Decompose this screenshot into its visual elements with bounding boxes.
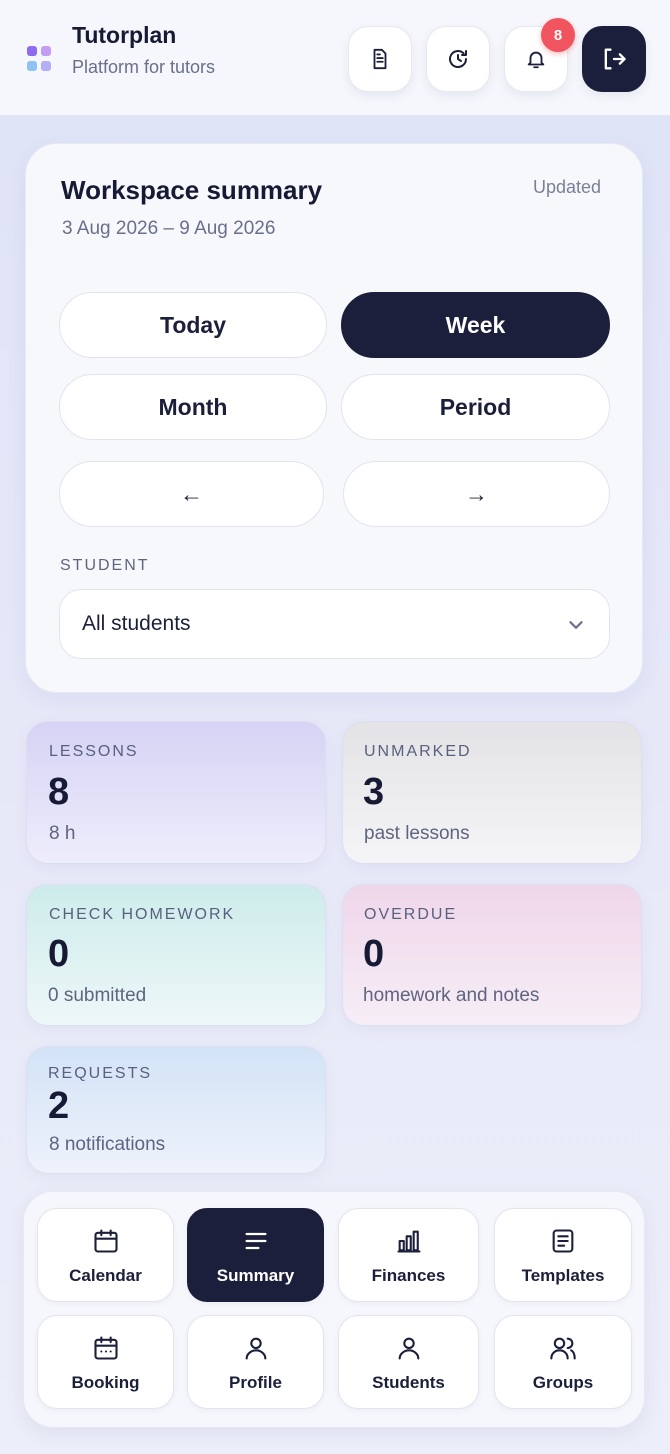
nav-label: Finances [371,1266,446,1285]
history-button[interactable] [426,26,490,92]
bar-chart-icon [396,1230,421,1253]
template-icon [552,1229,574,1253]
nav-label: Students [372,1373,445,1392]
stat-subtext: 0 submitted [48,985,147,1006]
stat-value: 0 [48,933,70,975]
stat-label: REQUESTS [48,1065,153,1082]
user-icon [398,1337,419,1360]
stat-tile-requests[interactable]: REQUESTS 2 8 notifications [26,1046,326,1174]
booking-icon [93,1336,118,1360]
documents-button[interactable] [348,26,412,92]
updated-status: Updated [533,177,602,197]
stat-subtext: past lessons [364,823,470,844]
nav-item-calendar[interactable]: Calendar [37,1208,174,1302]
app-title: Tutorplan [72,22,177,48]
period-custom-button[interactable]: Period [341,374,610,440]
period-week-button[interactable]: Week [341,292,610,358]
stat-value: 3 [363,771,385,813]
logout-button[interactable] [582,26,646,92]
nav-item-groups[interactable]: Groups [494,1315,632,1409]
stat-subtext: 8 h [49,823,76,844]
date-range: 3 Aug 2026 – 9 Aug 2026 [62,218,276,239]
stat-label: CHECK HOMEWORK [49,906,236,923]
nav-item-finances[interactable]: Finances [338,1208,479,1302]
logo-icon [27,46,51,71]
nav-item-summary[interactable]: Summary [187,1208,324,1302]
nav-label: Booking [71,1373,140,1392]
stat-label: OVERDUE [364,906,458,923]
stat-tile-lessons[interactable]: LESSONS 8 8 h [26,721,326,864]
chevron-down-icon [569,621,583,629]
stat-value: 8 [48,771,70,813]
stat-tile-check-homework[interactable]: CHECK HOMEWORK 0 0 submitted [26,884,326,1026]
logout-icon [604,48,626,70]
menu-lines-icon [245,1232,266,1250]
notification-badge: 8 [541,18,575,52]
stat-tile-unmarked[interactable]: UNMARKED 3 past lessons [342,721,642,864]
stat-label: LESSONS [49,743,139,760]
stat-subtext: 8 notifications [49,1134,166,1155]
app-tagline: Platform for tutors [72,57,216,77]
document-icon [373,48,387,70]
history-icon [449,50,467,68]
nav-item-templates[interactable]: Templates [494,1208,632,1302]
nav-item-profile[interactable]: Profile [187,1315,324,1409]
nav-label: Groups [532,1373,594,1392]
bell-icon [527,51,545,69]
stat-value: 0 [363,933,385,975]
nav-label: Profile [229,1373,282,1392]
nav-item-students[interactable]: Students [338,1315,479,1409]
student-select[interactable]: All students [59,589,610,659]
student-filter-label: STUDENT [60,557,150,574]
app-header: Tutorplan Platform for tutors 8 [0,0,670,116]
nav-item-booking[interactable]: Booking [37,1315,174,1409]
period-month-button[interactable]: Month [59,374,327,440]
nav-label: Calendar [69,1266,142,1285]
nav-label: Summary [216,1266,295,1285]
student-select-value: All students [82,612,191,635]
nav-label: Templates [521,1266,605,1285]
stat-tile-overdue[interactable]: OVERDUE 0 homework and notes [342,884,642,1026]
next-period-button[interactable]: → [343,461,610,527]
calendar-icon [93,1229,118,1253]
users-icon [550,1337,576,1360]
stat-subtext: homework and notes [363,985,540,1006]
stat-value: 2 [48,1085,70,1127]
previous-period-button[interactable]: ← [59,461,324,527]
period-today-button[interactable]: Today [59,292,327,358]
user-icon [245,1337,266,1360]
summary-title: Workspace summary [61,175,323,205]
stat-label: UNMARKED [364,743,472,760]
